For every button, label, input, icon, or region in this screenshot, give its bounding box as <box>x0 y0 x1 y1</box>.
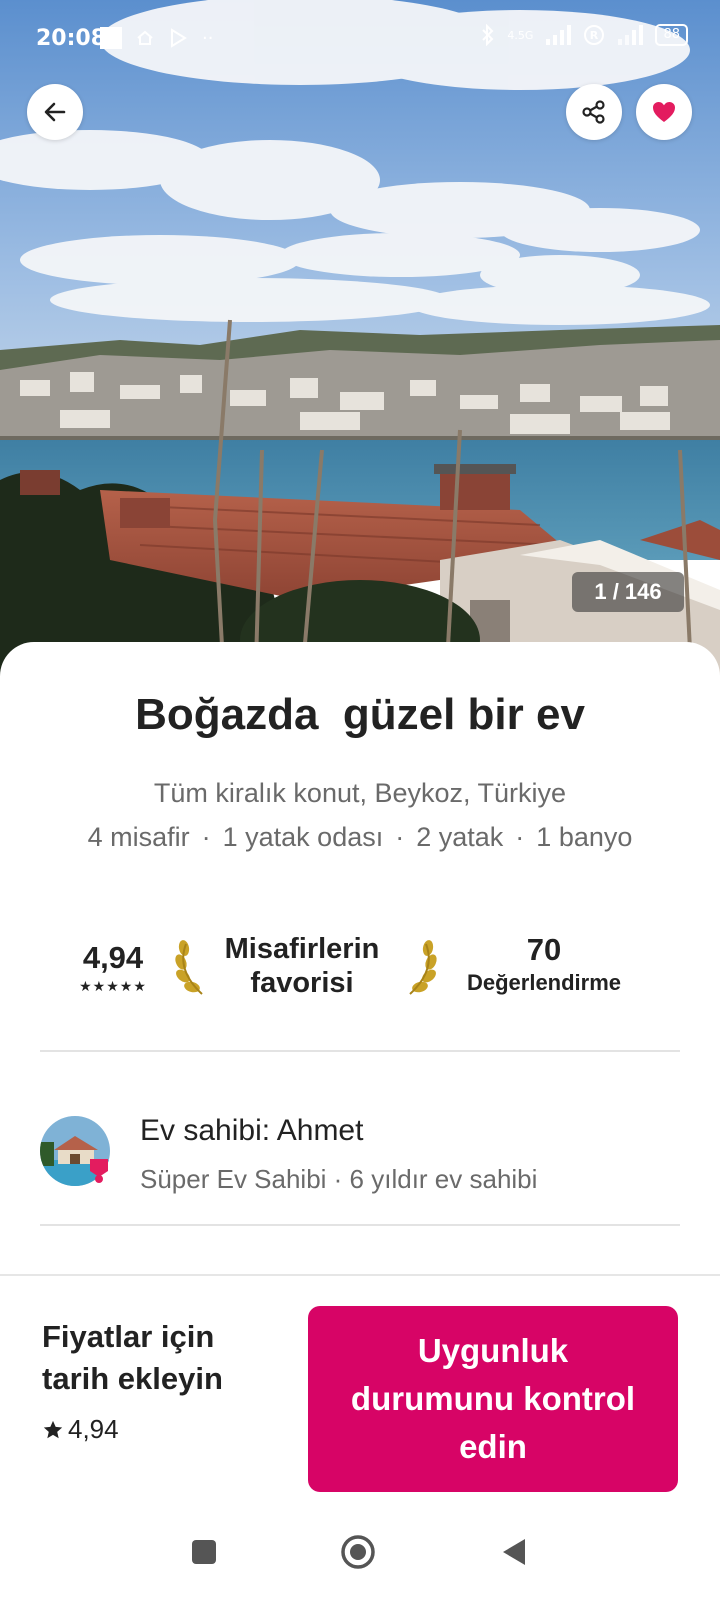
svg-text:R: R <box>590 29 599 42</box>
back-button[interactable] <box>27 84 83 140</box>
system-back-button[interactable] <box>494 1532 534 1572</box>
reviews-count: 70 <box>526 932 562 967</box>
laurel-left-icon <box>175 940 203 995</box>
play-store-icon <box>171 28 187 48</box>
bluetooth-icon <box>482 24 494 46</box>
detail-beds: 2 yatak <box>416 822 504 852</box>
listing-subtitle: Tüm kiralık konut, Beykoz, Türkiye <box>153 778 567 808</box>
reviews-label: Değerlendirme <box>466 970 622 995</box>
add-dates-prompt[interactable]: Fiyatlar için tarih ekleyin <box>42 1316 272 1400</box>
booking-bar: Fiyatlar için tarih ekleyin 4,94 Uygunlu… <box>0 1274 720 1504</box>
recent-apps-button[interactable] <box>184 1532 224 1572</box>
favorite-button[interactable] <box>636 84 692 140</box>
more-dots-icon: ·· <box>202 27 214 49</box>
listing-title: Boğazda güzel bir ev <box>135 690 585 739</box>
guest-favorite-line2: favorisi <box>250 967 354 999</box>
superhost-badge-icon <box>90 1159 108 1183</box>
heart-icon <box>653 102 675 122</box>
detail-separator: · <box>515 822 525 852</box>
laurel-right-icon <box>409 940 437 995</box>
host-name[interactable]: Ev sahibi: Ahmet <box>140 1114 363 1148</box>
battery-indicator: 88 <box>655 24 688 46</box>
status-bar: 20:08 ·· 4.5G R 88 <box>0 0 720 80</box>
footer-rating-value: 4,94 <box>68 1414 119 1444</box>
check-availability-button[interactable]: Uygunluk durumunu kontrol edin <box>308 1306 678 1492</box>
share-button[interactable] <box>566 84 622 140</box>
home-icon <box>137 30 153 45</box>
notification-square-icon <box>100 27 122 49</box>
listing-details: 4 misafir · 1 yatak odası · 2 yatak · 1 … <box>0 822 720 853</box>
signal-icon <box>546 25 572 45</box>
system-icons: 4.5G R 88 <box>481 24 688 46</box>
triangle-back-icon <box>503 1539 525 1565</box>
share-icon <box>582 100 605 124</box>
detail-bedrooms: 1 yatak odası <box>222 822 384 852</box>
reviews-block[interactable]: 70 Değerlendirme <box>454 932 634 996</box>
guest-favorite-stats[interactable]: 4,94 ★★★★★ Misafirlerin favorisi 70 Değe… <box>40 932 680 1012</box>
guest-favorite-line1: Misafirlerin <box>224 933 380 965</box>
footer-rating: 4,94 <box>42 1414 119 1445</box>
detail-separator: · <box>395 822 405 852</box>
guest-favorite-label: Misafirlerin favorisi <box>212 932 392 1000</box>
rating-block: 4,94 ★★★★★ <box>68 940 158 995</box>
detail-baths: 1 banyo <box>536 822 633 852</box>
registered-icon: R <box>584 25 605 45</box>
divider <box>40 1050 680 1052</box>
notification-icons: ·· <box>100 27 213 49</box>
network-type: 4.5G <box>507 28 534 42</box>
rating-value: 4,94 <box>82 940 144 975</box>
detail-guests: 4 misafir <box>87 822 190 852</box>
status-time: 20:08 <box>36 26 107 51</box>
square-icon <box>192 1540 216 1564</box>
host-meta: Süper Ev Sahibi · 6 yıldır ev sahibi <box>140 1164 538 1194</box>
home-button[interactable] <box>338 1532 378 1572</box>
divider <box>40 1224 680 1226</box>
system-navigation-bar <box>0 1504 720 1600</box>
signal-2-icon <box>618 25 644 45</box>
detail-separator: · <box>201 822 211 852</box>
arrow-left-icon <box>44 102 66 122</box>
star-icon <box>43 1420 63 1438</box>
photo-counter: 1 / 146 <box>572 572 684 612</box>
circle-home-icon <box>341 1535 375 1569</box>
rating-stars: ★★★★★ <box>79 978 147 994</box>
